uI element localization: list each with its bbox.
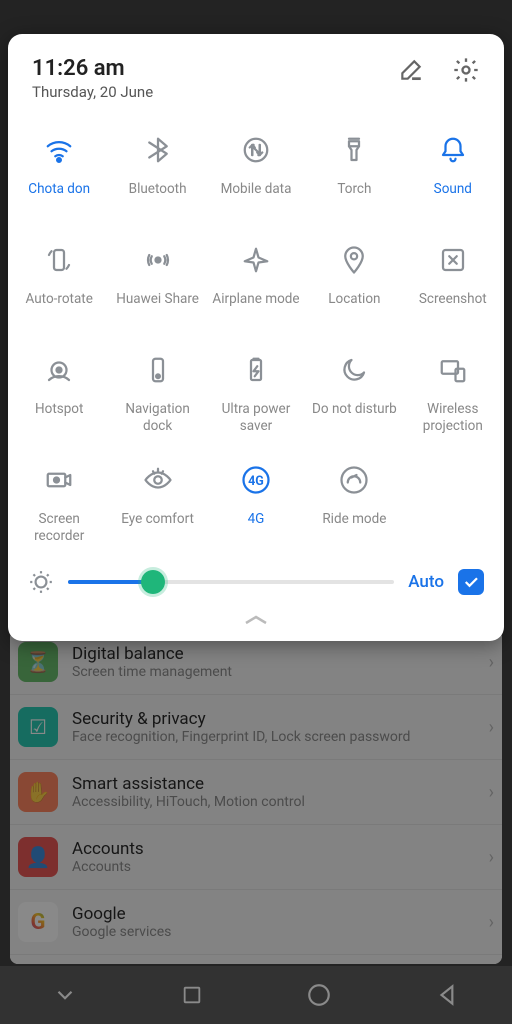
panel-header: 11:26 am Thursday, 20 June [8,34,504,111]
qs-tile-mobiledata[interactable]: Mobile data [207,121,305,225]
ridemode-icon [339,461,369,499]
navdock-icon [143,351,173,389]
qs-tile-label: Auto-rotate [26,291,93,325]
screenshot-icon [438,241,468,279]
torch-icon [339,131,369,169]
qs-tile-huaweishare[interactable]: Huawei Share [108,231,206,335]
chevron-right-icon: › [489,847,494,868]
brightness-row: Auto [8,555,504,601]
qs-tile-label: Screen recorder [12,511,106,545]
auto-brightness-checkbox[interactable] [458,569,484,595]
settings-gear-icon[interactable] [452,56,480,84]
qs-tile-label: Bluetooth [129,181,187,215]
qs-tile-label: 4G [248,511,265,545]
shield-icon: ☑ [18,707,58,747]
clock-time: 11:26 am [32,56,153,81]
qs-tile-label: Hotspot [35,401,83,435]
wifi-icon [44,131,74,169]
qs-tile-4g[interactable]: 4G 4G [207,451,305,555]
screenrec-icon [44,461,74,499]
settings-item-google[interactable]: G GoogleGoogle services › [10,890,502,955]
qs-tile-label: Sound [434,181,472,215]
panel-handle[interactable] [8,601,504,633]
qs-tile-label: Eye comfort [121,511,194,545]
4g-icon: 4G [241,461,271,499]
qs-tile-location[interactable]: Location [305,231,403,335]
sound-icon [438,131,468,169]
clock-date: Thursday, 20 June [32,83,153,101]
qs-tile-airplane[interactable]: Airplane mode [207,231,305,335]
svg-text:4G: 4G [248,474,264,489]
qs-tile-screenrec[interactable]: Screen recorder [10,451,108,555]
android-navbar [0,966,512,1024]
qs-tile-label: Torch [337,181,371,215]
qs-tile-bluetooth[interactable]: Bluetooth [108,121,206,225]
chevron-right-icon: › [489,912,494,933]
qs-tile-torch[interactable]: Torch [305,121,403,225]
qs-tile-label: Ride mode [322,511,386,545]
mobiledata-icon [241,131,271,169]
settings-text: Digital balanceScreen time management [72,644,475,680]
qs-tile-autorotate[interactable]: Auto-rotate [10,231,108,335]
qs-tile-grid: Chota don Bluetooth Mobile data Torch Sound A… [8,111,504,555]
qs-tile-navdock[interactable]: Navigation dock [108,341,206,445]
quick-settings-panel: 11:26 am Thursday, 20 June Chota don Blue… [8,34,504,641]
qs-tile-label: Screenshot [419,291,487,325]
qs-tile-label: Huawei Share [116,291,199,325]
hotspot-icon [44,351,74,389]
user-icon: 👤 [18,837,58,877]
hand-icon: ✋ [18,772,58,812]
qs-tile-label: Airplane mode [212,291,299,325]
qs-tile-eyecomfort[interactable]: Eye comfort [108,451,206,555]
nav-back-icon[interactable] [435,982,461,1008]
settings-list-background: ⏳Digital balanceScreen time management›☑… [10,630,502,964]
qs-tile-label: Navigation dock [110,401,204,435]
qs-tile-screenshot[interactable]: Screenshot [404,231,502,335]
qs-tile-sound[interactable]: Sound [404,121,502,225]
nav-recents-icon[interactable] [181,984,203,1006]
qs-tile-ridemode[interactable]: Ride mode [305,451,403,555]
google-icon: G [18,902,58,942]
brightness-icon [28,569,54,595]
powersaver-icon [241,351,271,389]
chevron-right-icon: › [489,652,494,673]
qs-tile-hotspot[interactable]: Hotspot [10,341,108,445]
settings-text: Smart assistanceAccessibility, HiTouch, … [72,774,475,810]
chevron-right-icon: › [489,717,494,738]
brightness-thumb[interactable] [141,570,165,594]
settings-text: AccountsAccounts [72,839,475,875]
projection-icon [438,351,468,389]
chevron-right-icon: › [489,782,494,803]
qs-tile-label: Wireless projection [406,401,500,435]
bluetooth-icon [143,131,173,169]
qs-tile-projection[interactable]: Wireless projection [404,341,502,445]
qs-tile-label: Mobile data [221,181,292,215]
dnd-icon [339,351,369,389]
qs-tile-powersaver[interactable]: Ultra power saver [207,341,305,445]
edit-icon[interactable] [398,57,424,83]
location-icon [339,241,369,279]
qs-tile-label: Do not disturb [312,401,397,435]
settings-item-accounts[interactable]: 👤 AccountsAccounts › [10,825,502,890]
qs-tile-label: Location [328,291,380,325]
settings-item-security-privacy[interactable]: ☑ Security & privacyFace recognition, Fin… [10,695,502,760]
settings-text: Security & privacyFace recognition, Fing… [72,709,475,745]
autorotate-icon [44,241,74,279]
brightness-slider[interactable] [68,580,394,584]
qs-tile-wifi[interactable]: Chota don [10,121,108,225]
nav-home-icon[interactable] [306,982,332,1008]
airplane-icon [241,241,271,279]
auto-brightness-label: Auto [408,572,444,592]
nav-collapse-icon[interactable] [52,982,78,1008]
eyecomfort-icon [143,461,173,499]
qs-tile-dnd[interactable]: Do not disturb [305,341,403,445]
qs-tile-label: Chota don [28,181,90,215]
hourglass-icon: ⏳ [18,642,58,682]
qs-tile-label: Ultra power saver [209,401,303,435]
settings-text: GoogleGoogle services [72,904,475,940]
settings-item-smart-assistance[interactable]: ✋ Smart assistanceAccessibility, HiTouch,… [10,760,502,825]
huaweishare-icon [143,241,173,279]
